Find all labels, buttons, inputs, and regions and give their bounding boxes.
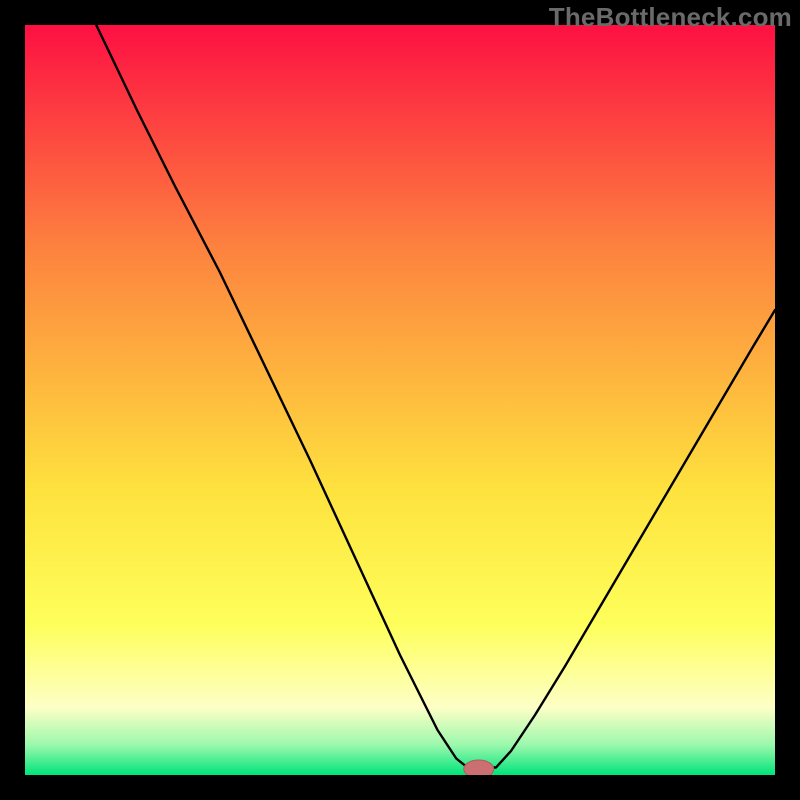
chart-root: TheBottleneck.com (0, 0, 800, 800)
optimal-marker (464, 760, 494, 775)
plot-area (25, 25, 775, 775)
gradient-background (25, 25, 775, 775)
watermark-label: TheBottleneck.com (549, 2, 792, 33)
chart-svg (25, 25, 775, 775)
